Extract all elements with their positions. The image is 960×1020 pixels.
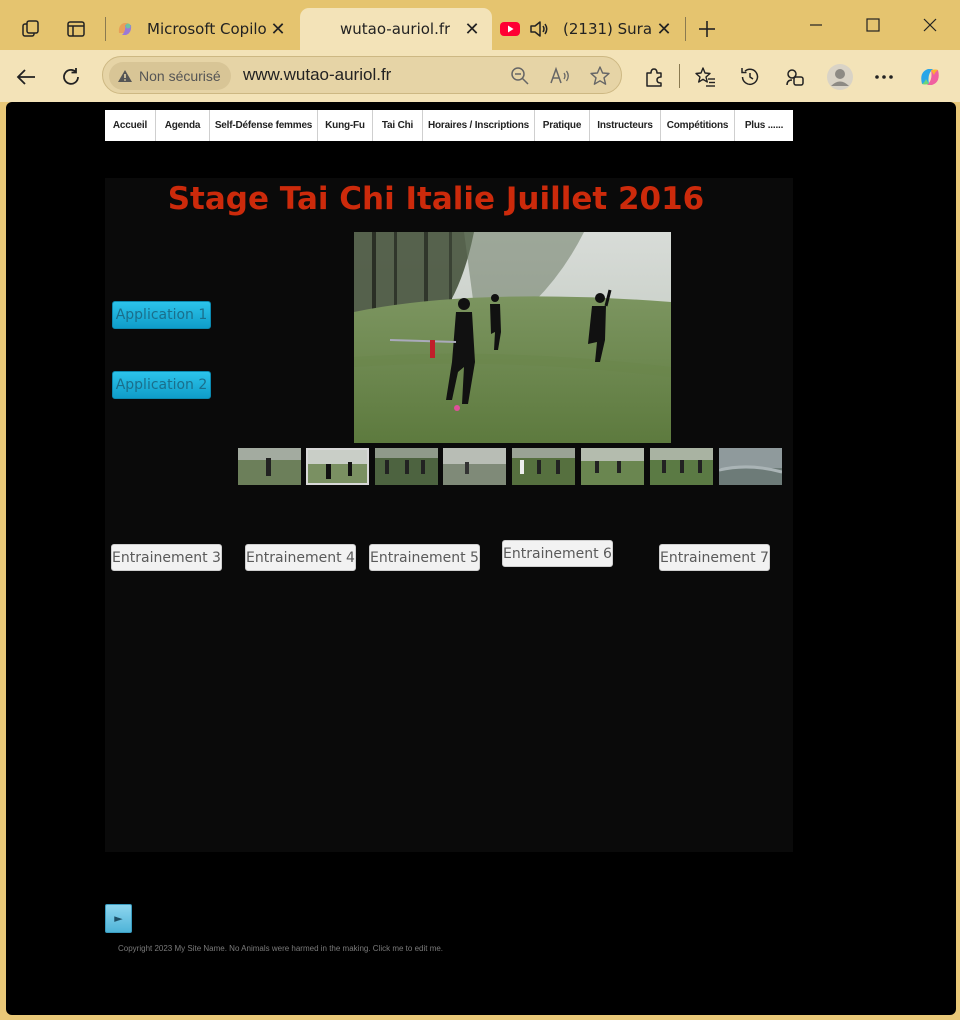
history-icon[interactable] (734, 61, 766, 93)
tab-separator (105, 17, 106, 41)
youtube-favicon-icon (500, 22, 520, 36)
close-tab-icon[interactable]: ✕ (268, 19, 288, 40)
browser-toolbar: Non sécurisé www.wutao-auriol.fr (0, 50, 960, 102)
tab-copilot[interactable]: Microsoft Copilot ✕ (110, 8, 298, 50)
page-title: Stage Tai Chi Italie Juillet 2016 (167, 181, 705, 217)
security-label: Non sécurisé (139, 68, 221, 84)
thumbnail[interactable] (443, 448, 506, 485)
page-viewport: Accueil Agenda Self-Défense femmes Kung-… (6, 102, 956, 1015)
tab-title: (2131) Surah (563, 20, 653, 38)
music-play-button[interactable]: ► (105, 904, 132, 933)
nav-item-self-defense[interactable]: Self-Défense femmes (210, 110, 318, 141)
new-tab-icon[interactable] (692, 14, 722, 44)
nav-item-instructeurs[interactable]: Instructeurs (590, 110, 661, 141)
tab-separator (685, 17, 686, 41)
browser-tab-strip: Microsoft Copilot ✕ wutao-auriol.fr ✕ (2… (0, 0, 960, 50)
thumbnail[interactable] (719, 448, 782, 485)
application-2-button[interactable]: Application 2 (112, 371, 211, 399)
tab-youtube[interactable]: (2131) Surah ✕ (494, 8, 684, 50)
speaker-icon[interactable] (528, 18, 550, 40)
nav-item-pratique[interactable]: Pratique (535, 110, 590, 141)
thumbnail[interactable] (238, 448, 301, 485)
nav-item-horaires[interactable]: Horaires / Inscriptions (423, 110, 535, 141)
collections-icon[interactable] (779, 61, 811, 93)
entrainement-4-button[interactable]: Entrainement 4 (245, 544, 356, 571)
content-panel: Stage Tai Chi Italie Juillet 2016 Applic… (105, 178, 793, 852)
tab-wutao[interactable]: wutao-auriol.fr ✕ (300, 8, 492, 50)
maximize-icon[interactable] (853, 10, 893, 40)
vertical-tabs-icon[interactable] (61, 14, 91, 44)
close-tab-icon[interactable]: ✕ (654, 19, 674, 40)
entrainement-7-button[interactable]: Entrainement 7 (659, 544, 770, 571)
copilot-icon[interactable] (914, 61, 946, 93)
nav-item-plus[interactable]: Plus ...... (735, 110, 793, 141)
profile-avatar-icon[interactable] (824, 61, 856, 93)
entrainement-5-button[interactable]: Entrainement 5 (369, 544, 480, 571)
copilot-favicon-icon (115, 19, 135, 39)
nav-item-accueil[interactable]: Accueil (105, 110, 156, 141)
entrainement-3-button[interactable]: Entrainement 3 (111, 544, 222, 571)
tab-title: wutao-auriol.fr (340, 20, 450, 38)
nav-item-agenda[interactable]: Agenda (156, 110, 210, 141)
minimize-icon[interactable] (796, 10, 836, 40)
extensions-icon[interactable] (638, 61, 670, 93)
thumbnail[interactable] (512, 448, 575, 485)
tab-title: Microsoft Copilot (147, 20, 267, 38)
workspaces-icon[interactable] (16, 14, 46, 44)
read-aloud-icon[interactable] (547, 63, 573, 89)
thumbnail[interactable] (581, 448, 644, 485)
favorite-star-icon[interactable] (587, 63, 613, 89)
entrainement-6-button[interactable]: Entrainement 6 (502, 540, 613, 567)
slideshow-main-photo[interactable] (354, 232, 671, 443)
nav-item-tai-chi[interactable]: Tai Chi (373, 110, 423, 141)
more-options-icon[interactable] (868, 61, 900, 93)
copyright-text[interactable]: Copyright 2023 My Site Name. No Animals … (118, 944, 443, 953)
refresh-icon[interactable] (55, 61, 87, 93)
url-text[interactable]: www.wutao-auriol.fr (243, 65, 391, 85)
warning-icon (117, 69, 133, 83)
address-bar[interactable]: Non sécurisé www.wutao-auriol.fr (102, 56, 622, 94)
thumbnail[interactable] (650, 448, 713, 485)
thumbnail-strip (237, 448, 782, 486)
thumbnail[interactable] (375, 448, 438, 485)
site-nav-bar: Accueil Agenda Self-Défense femmes Kung-… (105, 110, 793, 141)
back-icon[interactable] (10, 61, 42, 93)
zoom-out-icon[interactable] (507, 63, 533, 89)
application-1-button[interactable]: Application 1 (112, 301, 211, 329)
security-indicator[interactable]: Non sécurisé (109, 62, 231, 90)
nav-item-kung-fu[interactable]: Kung-Fu (318, 110, 373, 141)
toolbar-separator (679, 64, 680, 88)
nav-item-competitions[interactable]: Compétitions (661, 110, 735, 141)
favorites-icon[interactable] (689, 61, 721, 93)
close-window-icon[interactable] (910, 10, 950, 40)
thumbnail-selected[interactable] (306, 448, 369, 485)
close-tab-icon[interactable]: ✕ (462, 19, 482, 40)
